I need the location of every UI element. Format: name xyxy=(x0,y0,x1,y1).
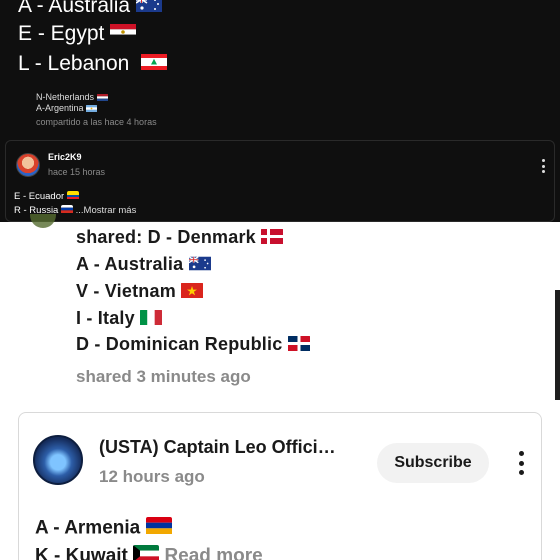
it-flag-icon xyxy=(140,309,163,330)
scrollbar[interactable] xyxy=(555,290,560,400)
shared-line-dominican-republic: D - Dominican Republic xyxy=(76,334,310,356)
comment-line-egypt: E - Egypt xyxy=(18,22,137,46)
subscribe-button[interactable]: Subscribe xyxy=(377,443,489,483)
read-more-link[interactable]: Read more xyxy=(164,546,262,560)
eg-flag-icon xyxy=(110,22,137,46)
post-line-kuwait: K - Kuwait Read more xyxy=(35,545,263,560)
post-timestamp: 12 hours ago xyxy=(99,467,205,486)
channel-avatar[interactable] xyxy=(33,435,83,485)
reply-line-netherlands: N-Netherlands xyxy=(36,92,108,103)
channel-name[interactable]: (USTA) Captain Leo Offici… xyxy=(99,437,361,458)
shared-line-italy: I - Italy xyxy=(76,308,163,330)
more-options-icon[interactable] xyxy=(540,159,546,173)
au-flag-icon xyxy=(188,255,211,276)
vn-flag-icon xyxy=(181,282,204,303)
light-post-area: shared: D - Denmark A - Australia V - Vi… xyxy=(0,214,560,560)
ru-flag-icon xyxy=(60,205,73,216)
shared-line-australia: A - Australia xyxy=(76,254,211,276)
channel-post-card[interactable]: (USTA) Captain Leo Offici… 12 hours ago … xyxy=(18,412,542,560)
post-line-armenia: A - Armenia xyxy=(35,517,172,540)
ar-flag-icon xyxy=(86,104,98,114)
reply-meta: compartido a las hace 4 horas xyxy=(36,117,157,127)
shared-line-vietnam: V - Vietnam xyxy=(76,281,204,303)
dk-flag-icon xyxy=(261,228,284,249)
am-flag-icon xyxy=(145,517,172,540)
reply-line-argentina: A-Argentina xyxy=(36,103,98,114)
nl-flag-icon xyxy=(96,93,108,103)
avatar[interactable] xyxy=(30,214,56,228)
comment-timestamp: hace 15 horas xyxy=(48,167,106,177)
comment-author[interactable]: Eric2K9 xyxy=(48,152,82,162)
avatar[interactable] xyxy=(16,153,40,177)
kw-flag-icon xyxy=(133,545,160,560)
shared-line-denmark: shared: D - Denmark xyxy=(76,227,284,249)
comment-line-ecuador: E - Ecuador xyxy=(14,191,79,202)
comment-line-lebanon: L - Lebanon xyxy=(18,52,168,76)
comment-line-australia: A - Australia xyxy=(18,0,162,18)
dark-comment-thread: A - Australia E - Egypt L - Lebanon N-Ne… xyxy=(0,0,560,140)
comment-card[interactable]: Eric2K9 hace 15 horas E - Ecuador R - Ru… xyxy=(5,140,555,222)
shared-meta: shared 3 minutes ago xyxy=(76,367,251,386)
do-flag-icon xyxy=(287,335,310,356)
ec-flag-icon xyxy=(66,191,79,202)
show-more-link[interactable]: ...Mostrar más xyxy=(76,205,137,216)
lb-flag-icon xyxy=(141,52,168,76)
au-flag-icon xyxy=(135,0,162,18)
more-options-icon[interactable] xyxy=(517,451,525,475)
